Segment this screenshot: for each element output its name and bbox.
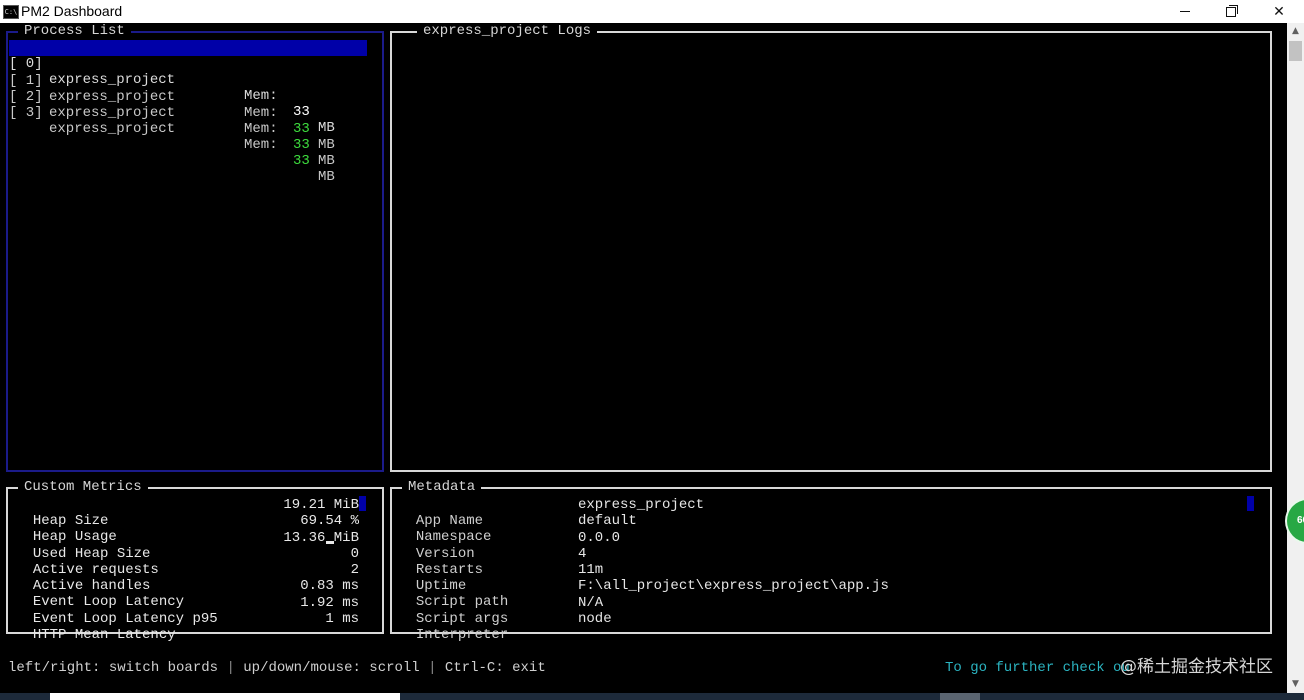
mem-value: 33 — [293, 137, 310, 153]
metadata-value: F:\all_project\express_project\app.js — [578, 578, 889, 594]
process-list-title: Process List — [18, 23, 131, 39]
scroll-indicator — [359, 496, 366, 511]
logs-panel[interactable]: express_project Logs — [390, 23, 1272, 472]
metadata-value: express_project — [578, 497, 705, 513]
mem-unit: MB — [318, 153, 335, 169]
metric-row: Used Heap Size 13.36 MiB — [16, 530, 359, 562]
hint-exit: Ctrl-C: exit — [444, 660, 546, 676]
hint-separator: | — [428, 660, 437, 676]
metadata-label: Interpreter — [415, 627, 509, 643]
process-row[interactable]: [ 2] express_project Mem: 33 MB — [9, 73, 367, 169]
mem-unit: MB — [318, 120, 335, 136]
mem-value: 33 — [293, 104, 310, 120]
mem-unit: MB — [318, 169, 335, 185]
metric-row: Heap Usage 69.54 % — [16, 513, 359, 545]
close-button[interactable]: ✕ — [1256, 0, 1302, 23]
metric-value: 1 ms — [325, 611, 359, 627]
close-icon: ✕ — [1273, 3, 1285, 19]
metric-value: 13.36 MiB — [283, 530, 359, 546]
minimize-icon — [1180, 11, 1190, 12]
metric-value: 1.92 ms — [300, 595, 359, 611]
metadata-row: Version 0.0.0 — [399, 530, 620, 562]
console-icon: C:\ — [3, 5, 19, 19]
vertical-scrollbar[interactable]: ▲ ▼ — [1287, 23, 1304, 693]
minimize-button[interactable] — [1162, 0, 1208, 23]
custom-metrics-title: Custom Metrics — [18, 479, 148, 495]
restore-icon — [1226, 4, 1238, 17]
title-bar: C:\ PM2 Dashboard ✕ — [0, 0, 1304, 23]
mem-unit: MB — [318, 137, 335, 153]
metric-value: 19.21 MiB — [283, 497, 359, 513]
metric-row: Active handles 2 — [16, 562, 359, 594]
hint-switch-boards: left/right: switch boards — [8, 660, 219, 676]
scroll-indicator — [1247, 496, 1254, 511]
metadata-value: default — [578, 513, 637, 529]
watermark: @稀土掘金技术社区 — [1120, 657, 1273, 677]
metadata-row: Script path F:\all_project\express_proje… — [399, 578, 889, 610]
process-index: [ 3] — [9, 105, 43, 121]
metadata-row: Restarts 4 — [399, 546, 587, 578]
metadata-value: node — [578, 611, 612, 627]
metadata-row: Interpreter node — [399, 611, 612, 643]
taskbar-item[interactable] — [940, 693, 980, 700]
hint-separator: | — [226, 660, 235, 676]
metadata-row: Uptime 11m — [399, 562, 603, 594]
mem-label: Mem: — [244, 121, 278, 137]
scrollbar-thumb[interactable] — [1289, 41, 1302, 61]
metadata-panel[interactable]: Metadata — [390, 479, 1272, 634]
window-title: PM2 Dashboard — [21, 3, 123, 19]
process-name: express_project — [49, 105, 176, 121]
key-hints: left/right: switch boards | up/down/mous… — [8, 660, 546, 676]
mem-value: 33 — [293, 121, 310, 137]
maximize-button[interactable] — [1208, 0, 1254, 23]
metric-row: Event Loop Latency p95 1.92 ms — [16, 595, 359, 627]
metric-row: Active requests 0 — [16, 546, 359, 578]
metric-row: HTTP Mean Latency 1 ms — [16, 611, 359, 643]
metadata-row: Script args N/A — [399, 595, 603, 627]
metadata-value: N/A — [578, 595, 604, 611]
process-row[interactable]: [ 0] express_project Mem: 33 MB — [9, 40, 367, 136]
hint-scroll: up/down/mouse: scroll — [243, 660, 420, 676]
mem-value: 33 — [293, 153, 310, 169]
metric-value: 0.83 ms — [300, 578, 359, 594]
metadata-value: 11m — [578, 562, 604, 578]
process-row[interactable]: [ 1] express_project Mem: 33 MB — [9, 57, 367, 153]
scroll-up-icon[interactable]: ▲ — [1287, 23, 1304, 40]
scroll-down-icon[interactable]: ▼ — [1287, 676, 1304, 693]
taskbar-item[interactable] — [50, 693, 400, 700]
metadata-title: Metadata — [402, 479, 482, 495]
process-row[interactable]: [ 3] express_project Mem: 33 MB — [9, 89, 367, 185]
text-cursor — [326, 541, 334, 544]
metric-value: 69.54 % — [300, 513, 359, 529]
metric-value: 2 — [350, 562, 359, 578]
metric-row: Event Loop Latency 0.83 ms — [16, 578, 359, 610]
metadata-row: Namespace default — [399, 513, 637, 545]
process-name: express_project — [49, 121, 176, 137]
metadata-row: App Name express_project — [399, 497, 704, 529]
mem-label: Mem: — [244, 105, 278, 121]
metric-row: Heap Size 19.21 MiB — [16, 497, 359, 529]
metadata-value: 4 — [578, 546, 587, 562]
metric-value: 0 — [350, 546, 359, 562]
logs-title: express_project Logs — [417, 23, 598, 39]
further-info-text: To go further check ou — [945, 660, 1130, 676]
metadata-value: 0.0.0 — [578, 530, 621, 546]
mem-label: Mem: — [244, 137, 278, 153]
metric-label: HTTP Mean Latency — [32, 627, 176, 643]
